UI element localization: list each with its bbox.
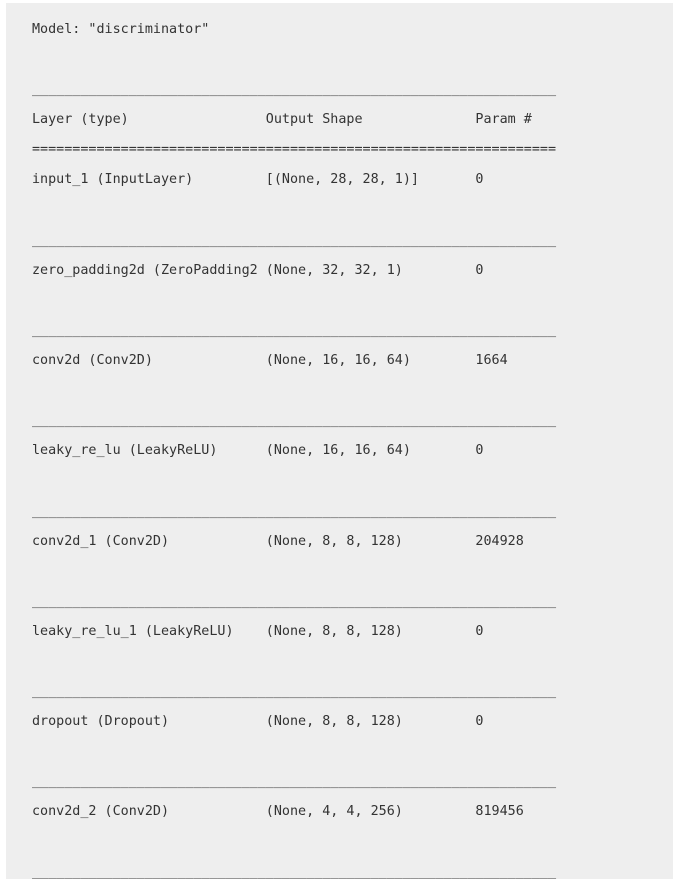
spacer-line bbox=[32, 473, 673, 488]
row-separator: ________________________________________… bbox=[32, 593, 557, 609]
spacer-line bbox=[32, 203, 673, 218]
spacer-line bbox=[32, 293, 673, 308]
row-separator: ________________________________________… bbox=[32, 413, 557, 429]
spacer-line bbox=[32, 744, 673, 759]
table-row: zero_padding2d (ZeroPadding2 (None, 32, … bbox=[32, 262, 557, 278]
table-row: dropout (Dropout) (None, 8, 8, 128) 0 bbox=[32, 714, 557, 730]
table-row: conv2d (Conv2D) (None, 16, 16, 64) 1664 bbox=[32, 353, 557, 369]
model-summary-text: Model: "discriminator" _________________… bbox=[6, 3, 673, 879]
table-row: leaky_re_lu_1 (LeakyReLU) (None, 8, 8, 1… bbox=[32, 623, 557, 639]
row-separator: ________________________________________… bbox=[32, 503, 557, 519]
notebook-output-cell: Model: "discriminator" _________________… bbox=[6, 3, 673, 879]
row-separator: ________________________________________… bbox=[32, 864, 557, 879]
spacer-line bbox=[32, 564, 673, 579]
spacer-line bbox=[32, 383, 673, 398]
rule-underscore-top: ________________________________________… bbox=[32, 82, 557, 98]
row-separator: ________________________________________… bbox=[32, 232, 557, 248]
spacer-line bbox=[32, 835, 673, 850]
table-row: leaky_re_lu (LeakyReLU) (None, 16, 16, 6… bbox=[32, 443, 557, 459]
rule-equals-top: ========================================… bbox=[32, 142, 557, 158]
row-separator: ________________________________________… bbox=[32, 684, 557, 700]
model-title: Model: "discriminator" bbox=[32, 22, 210, 37]
table-row: conv2d_1 (Conv2D) (None, 8, 8, 128) 2049… bbox=[32, 533, 557, 549]
row-separator: ________________________________________… bbox=[32, 322, 557, 338]
table-row: conv2d_2 (Conv2D) (None, 4, 4, 256) 8194… bbox=[32, 804, 557, 820]
spacer-line bbox=[32, 52, 673, 67]
table-row: input_1 (InputLayer) [(None, 28, 28, 1)]… bbox=[32, 172, 557, 188]
spacer-line bbox=[32, 654, 673, 669]
row-separator: ________________________________________… bbox=[32, 774, 557, 790]
table-header-row: Layer (type) Output Shape Param # bbox=[32, 112, 557, 128]
